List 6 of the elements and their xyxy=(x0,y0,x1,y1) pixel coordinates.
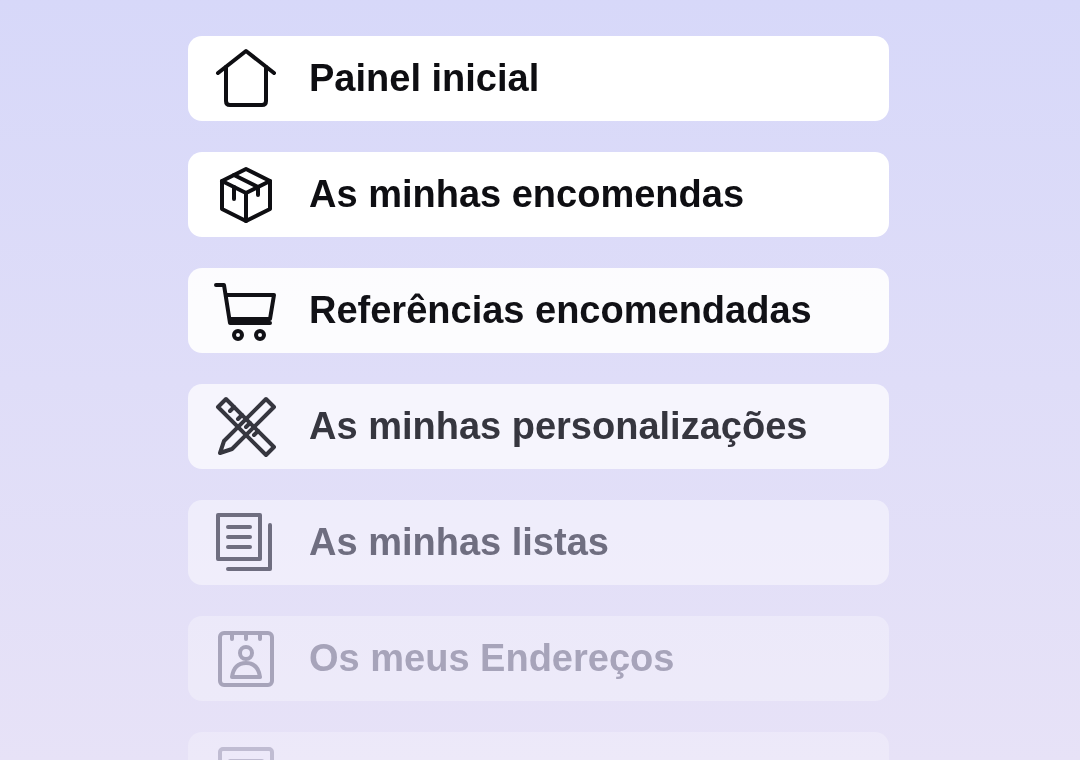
menu-item[interactable]: As minhas personalizações xyxy=(188,384,889,469)
ruler-pencil-icon xyxy=(214,394,278,459)
menu-item[interactable]: Referências encomendadas xyxy=(188,268,889,353)
menu-item[interactable]: Painel inicial xyxy=(188,36,889,121)
menu-item[interactable]: As minhas listas xyxy=(188,500,889,585)
menu-item[interactable]: As minhas encomendas xyxy=(188,152,889,237)
